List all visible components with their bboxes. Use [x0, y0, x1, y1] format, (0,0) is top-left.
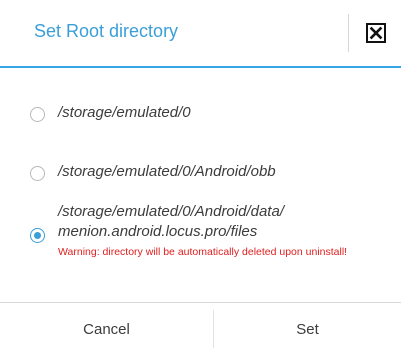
radio-button-unchecked[interactable] — [30, 107, 45, 122]
title-divider — [348, 14, 349, 52]
cancel-button[interactable]: Cancel — [0, 303, 213, 356]
option-label-line1: /storage/emulated/0/Android/data/ — [58, 203, 284, 220]
close-icon — [369, 26, 383, 40]
close-button[interactable] — [366, 23, 386, 43]
option-label: /storage/emulated/0/Android/obb — [58, 163, 276, 180]
set-button[interactable]: Set — [214, 303, 401, 356]
option-storage-android-data-locus[interactable]: /storage/emulated/0/Android/data/ menion… — [0, 198, 401, 288]
title-accent-line — [0, 66, 401, 68]
warning-text: Warning: directory will be automatically… — [58, 246, 348, 258]
option-label-line2: menion.android.locus.pro/files — [58, 223, 258, 240]
radio-button-unchecked[interactable] — [30, 166, 45, 181]
radio-button-checked[interactable] — [30, 228, 45, 243]
option-storage-emulated-0[interactable]: /storage/emulated/0 — [0, 96, 401, 132]
dialog-title-bar: Set Root directory — [0, 0, 401, 66]
set-root-directory-dialog: Set Root directory /storage/emulated/0 /… — [0, 0, 401, 356]
option-label: /storage/emulated/0 — [58, 104, 191, 121]
dialog-title: Set Root directory — [34, 21, 179, 41]
option-storage-android-obb[interactable]: /storage/emulated/0/Android/obb — [0, 155, 401, 191]
